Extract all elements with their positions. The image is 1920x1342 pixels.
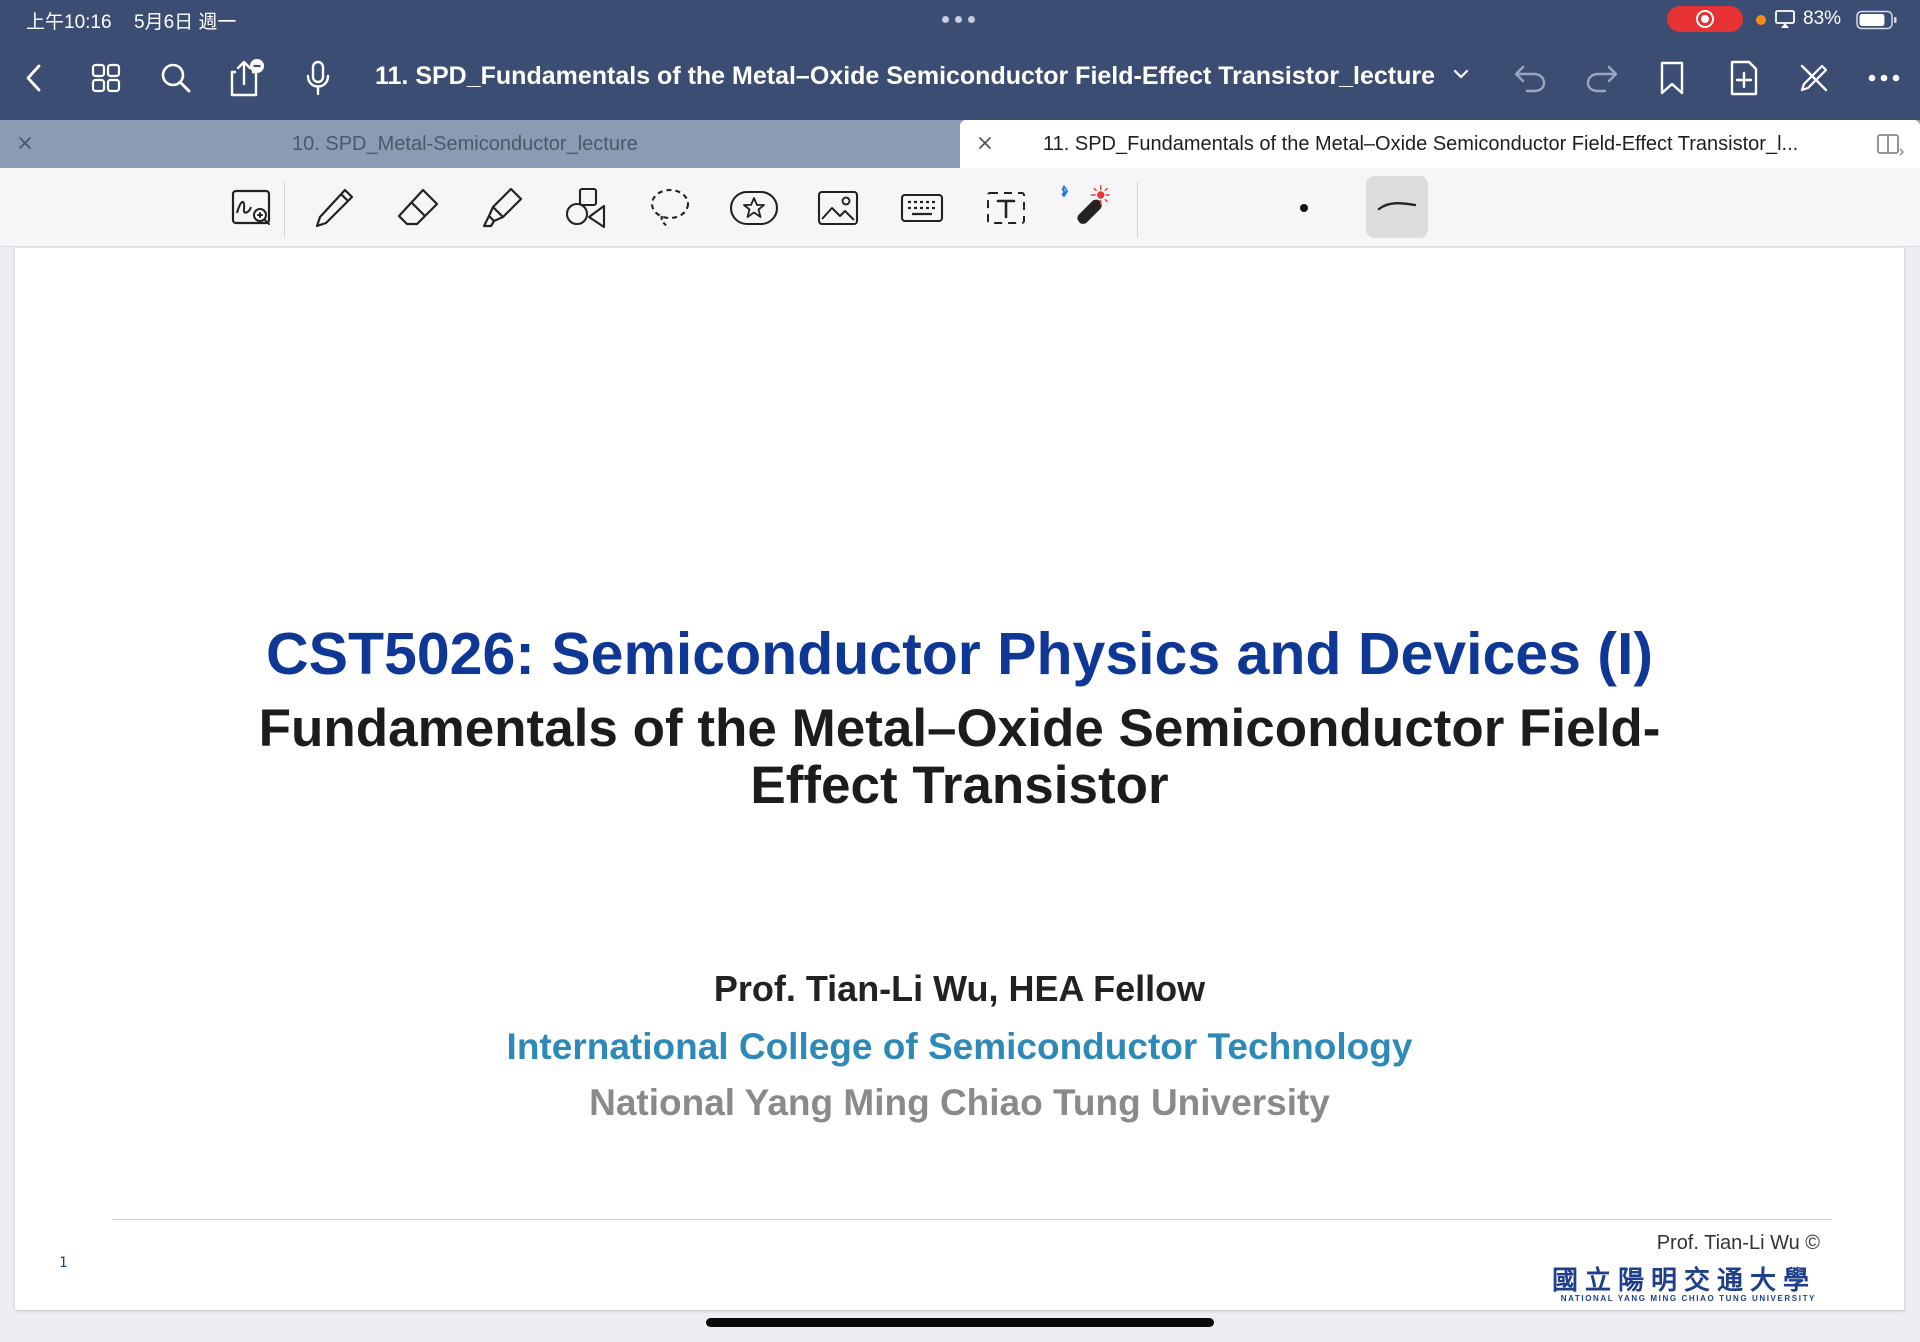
- redo-icon: [1586, 65, 1618, 93]
- bookmark-button[interactable]: [1650, 56, 1694, 100]
- status-time: 上午10:16: [26, 12, 112, 33]
- image-icon: [817, 190, 859, 226]
- add-page-button[interactable]: [1722, 56, 1766, 100]
- document-title[interactable]: 11. SPD_Fundamentals of the Metal–Oxide …: [375, 62, 1435, 91]
- undo-icon: [1514, 65, 1546, 93]
- zoom-window-icon: [231, 189, 271, 225]
- text-box-tool[interactable]: [980, 182, 1032, 234]
- navigation-bar: 11. SPD_Fundamentals of the Metal–Oxide …: [0, 40, 1920, 120]
- multitasking-dots-icon[interactable]: [942, 16, 975, 23]
- microphone-button[interactable]: [296, 56, 340, 100]
- tab-label: 10. SPD_Metal-Semiconductor_lecture: [292, 133, 638, 155]
- tab-document-11[interactable]: 11. SPD_Fundamentals of the Metal–Oxide …: [960, 120, 1920, 168]
- close-icon: [19, 137, 31, 149]
- app-header: 上午10:16 5月6日 週一 83% 11. SPD_Fundamentals…: [0, 0, 1920, 120]
- battery-icon: [1856, 10, 1897, 30]
- hide-toolbar-button[interactable]: [1792, 56, 1836, 100]
- footer-divider: [112, 1219, 1832, 1220]
- stroke-curve-icon: [1377, 202, 1417, 211]
- page-number: 1: [59, 1255, 68, 1271]
- home-indicator[interactable]: [706, 1318, 1214, 1327]
- microphone-icon: [306, 60, 330, 96]
- screen-recording-indicator[interactable]: [1667, 6, 1743, 32]
- add-page-icon: [1730, 60, 1758, 96]
- shapes-icon: [565, 187, 606, 229]
- bookmark-icon: [1660, 61, 1684, 95]
- tab-document-10[interactable]: 10. SPD_Metal-Semiconductor_lecture: [0, 120, 960, 168]
- sticker-star-icon: [729, 190, 779, 226]
- grid-icon: [91, 63, 121, 93]
- close-tab-button[interactable]: [14, 132, 36, 154]
- slide-page[interactable]: CST5026: Semiconductor Physics and Devic…: [15, 248, 1904, 1310]
- university-logo-english: NATIONAL YANG MING CHIAO TUNG UNIVERSITY: [1560, 1294, 1816, 1303]
- pen-icon: [315, 188, 354, 228]
- highlighter-icon: [482, 187, 523, 228]
- zoom-window-tool[interactable]: [226, 182, 278, 234]
- status-bar: 上午10:16 5月6日 週一 83%: [0, 0, 1920, 38]
- university-name: National Yang Ming Chiao Tung University: [589, 1082, 1330, 1123]
- highlighter-tool[interactable]: [476, 182, 528, 234]
- record-icon: [1696, 10, 1714, 28]
- slide-subtitle-line-1: Fundamentals of the Metal–Oxide Semicond…: [258, 699, 1661, 758]
- split-view-icon[interactable]: [1876, 132, 1904, 156]
- tab-label: 11. SPD_Fundamentals of the Metal–Oxide …: [1043, 133, 1799, 155]
- share-icon: [230, 59, 264, 97]
- more-button[interactable]: [1862, 56, 1906, 100]
- back-button[interactable]: [12, 56, 56, 100]
- keyboard-icon: [900, 193, 944, 223]
- dot-icon: [1300, 204, 1308, 212]
- search-button[interactable]: [154, 56, 198, 100]
- slide-subtitle-line-2: Effect Transistor: [750, 756, 1169, 815]
- college-name: International College of Semiconductor T…: [506, 1026, 1413, 1067]
- lasso-icon: [650, 188, 690, 229]
- toolbar-separator: [1137, 182, 1138, 238]
- stroke-size-option[interactable]: [1278, 182, 1330, 234]
- elements-tool[interactable]: [728, 182, 780, 234]
- shapes-tool[interactable]: [560, 182, 612, 234]
- toolbar-separator: [284, 182, 285, 238]
- status-date: 5月6日 週一: [134, 12, 237, 33]
- close-icon: [979, 137, 991, 149]
- battery-percentage: 83%: [1803, 8, 1842, 29]
- microphone-in-use-indicator: [1756, 15, 1766, 25]
- search-icon: [161, 63, 191, 93]
- eraser-tool[interactable]: [392, 182, 444, 234]
- text-box-icon: [987, 192, 1025, 224]
- slide-subtitle: Fundamentals of the Metal–Oxide Semicond…: [95, 700, 1824, 814]
- redo-button[interactable]: [1580, 56, 1624, 100]
- laser-pointer-tool[interactable]: [1058, 182, 1110, 234]
- pen-tool[interactable]: [308, 182, 360, 234]
- image-tool[interactable]: [812, 182, 864, 234]
- keyboard-tool[interactable]: [896, 182, 948, 234]
- author-name: Prof. Tian-Li Wu, HEA Fellow: [713, 968, 1206, 1009]
- close-tab-button[interactable]: [974, 132, 996, 154]
- chevron-left-icon: [26, 64, 41, 92]
- slide-title: CST5026: Semiconductor Physics and Devic…: [266, 621, 1653, 687]
- chevron-down-icon[interactable]: [1452, 66, 1470, 82]
- undo-button[interactable]: [1508, 56, 1552, 100]
- share-button[interactable]: [224, 56, 268, 100]
- document-tab-bar: 10. SPD_Metal-Semiconductor_lecture 11. …: [0, 120, 1920, 168]
- stroke-style-option[interactable]: [1366, 176, 1428, 238]
- laser-pointer-icon: [1061, 185, 1110, 226]
- annotation-toolbar: [0, 168, 1920, 247]
- ellipsis-icon: [1868, 74, 1900, 82]
- screen-mirroring-icon: [1775, 10, 1795, 28]
- thumbnails-button[interactable]: [84, 56, 128, 100]
- footer-credit: Prof. Tian-Li Wu ©: [1656, 1232, 1820, 1254]
- pencil-slash-icon: [1800, 64, 1828, 92]
- university-logo-chinese: 國立陽明交通大學: [1551, 1266, 1816, 1296]
- lasso-tool[interactable]: [644, 182, 696, 234]
- eraser-icon: [397, 188, 439, 226]
